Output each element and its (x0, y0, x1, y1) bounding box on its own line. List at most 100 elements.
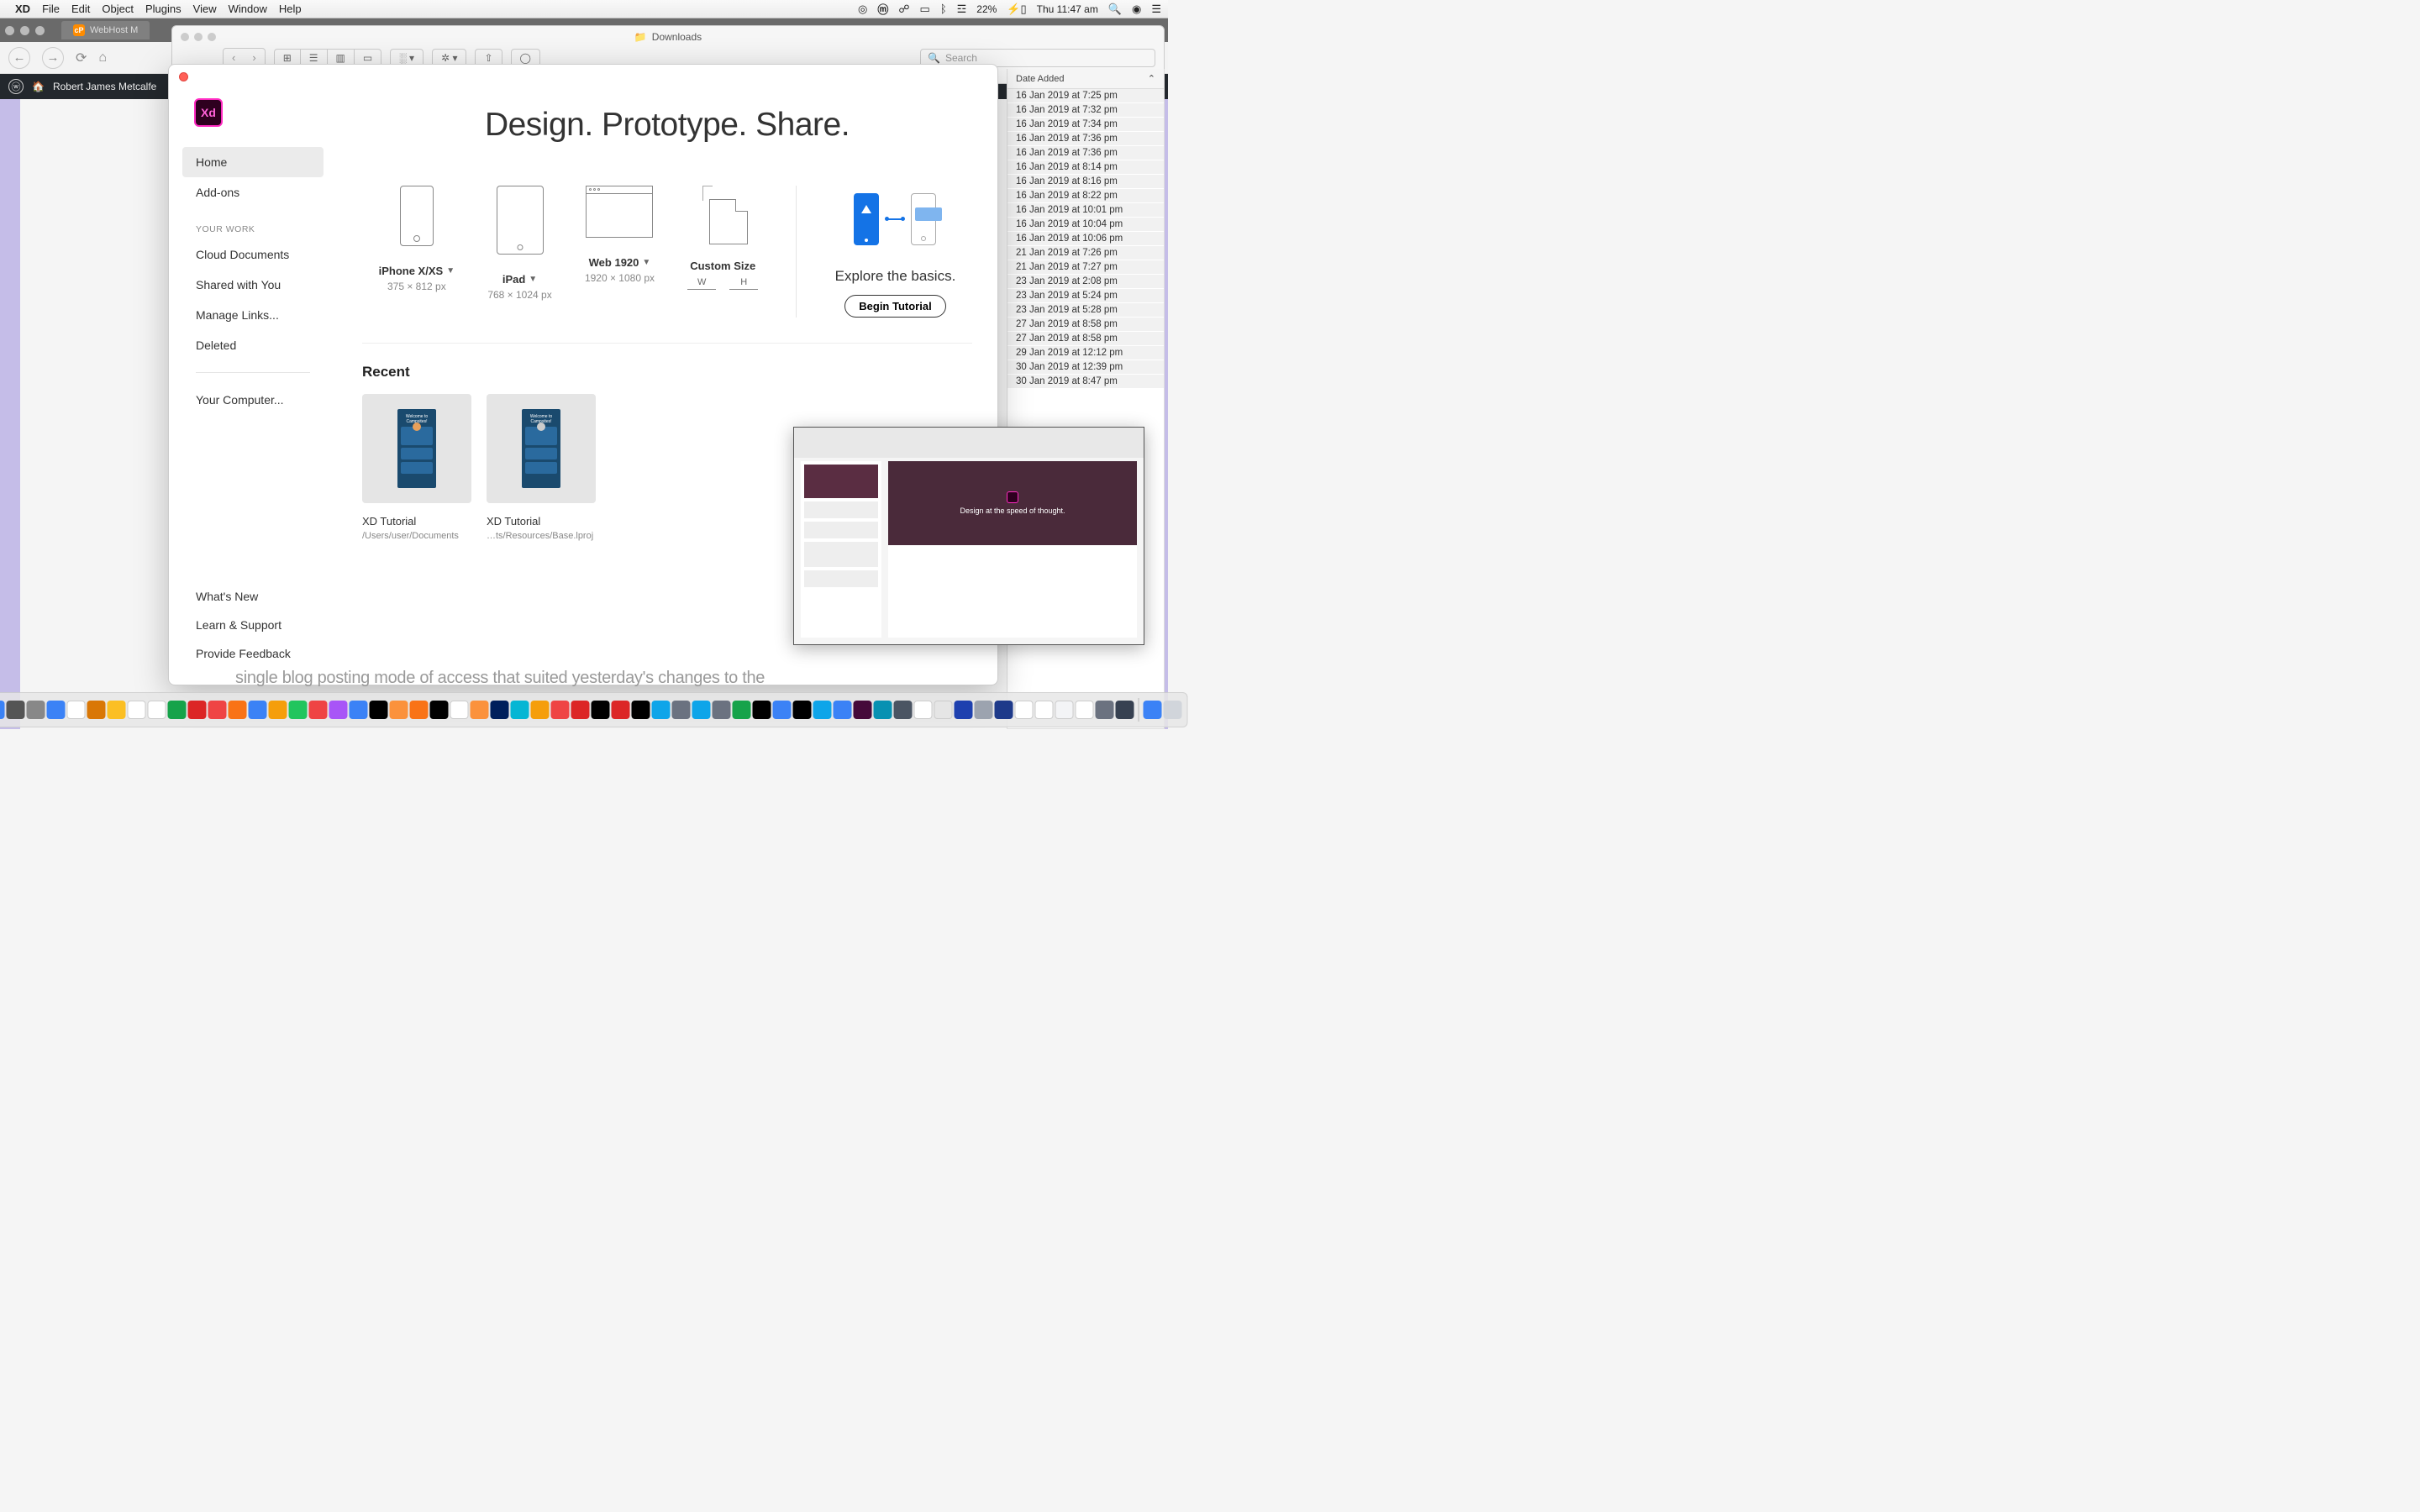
airplay-icon[interactable]: ▭ (920, 3, 930, 16)
dock-app[interactable] (955, 701, 973, 719)
date-added-cell[interactable]: 23 Jan 2019 at 5:24 pm (1007, 289, 1164, 302)
spotlight-icon[interactable]: 🔍 (1108, 3, 1122, 16)
menu-file[interactable]: File (42, 3, 60, 15)
dock-app[interactable] (67, 701, 86, 719)
dock-app[interactable] (168, 701, 187, 719)
date-added-cell[interactable]: 16 Jan 2019 at 7:36 pm (1007, 132, 1164, 145)
dock-app[interactable] (1116, 701, 1134, 719)
dashboard-icon[interactable]: 🏠 (32, 81, 45, 92)
dock-app[interactable] (47, 701, 66, 719)
dock-app[interactable] (108, 701, 126, 719)
battery-percent[interactable]: 22% (976, 3, 997, 15)
malwarebytes-icon[interactable]: ⓜ (877, 1, 888, 17)
dock-app[interactable] (1035, 701, 1054, 719)
dock-app[interactable] (934, 701, 953, 719)
menu-edit[interactable]: Edit (71, 3, 90, 15)
creative-cloud-icon[interactable]: ◎ (858, 3, 867, 16)
dock-app[interactable] (350, 701, 368, 719)
dock-app[interactable] (1055, 701, 1074, 719)
date-added-cell[interactable]: 30 Jan 2019 at 8:47 pm (1007, 375, 1164, 388)
date-added-cell[interactable]: 27 Jan 2019 at 8:58 pm (1007, 318, 1164, 331)
dock-app[interactable] (7, 701, 25, 719)
dock-app[interactable] (188, 701, 207, 719)
sidebar-item-addons[interactable]: Add-ons (182, 177, 324, 207)
finder-traffic-lights[interactable] (181, 33, 216, 41)
date-added-header[interactable]: Date Added ⌃ (1007, 69, 1164, 89)
date-added-cell[interactable]: 16 Jan 2019 at 7:32 pm (1007, 103, 1164, 117)
wifi-icon[interactable]: ☲ (957, 3, 967, 16)
sidebar-item-your-computer[interactable]: Your Computer... (182, 385, 324, 415)
date-added-cell[interactable]: 16 Jan 2019 at 10:04 pm (1007, 218, 1164, 231)
menu-help[interactable]: Help (279, 3, 302, 15)
menu-window[interactable]: Window (229, 3, 267, 15)
forward-button[interactable]: → (42, 47, 64, 69)
dock-app[interactable] (612, 701, 630, 719)
notification-center-icon[interactable]: ☰ (1151, 3, 1161, 16)
dock-app[interactable] (410, 701, 429, 719)
begin-tutorial-button[interactable]: Begin Tutorial (844, 295, 945, 318)
dock-app[interactable] (329, 701, 348, 719)
dock-app[interactable] (1076, 701, 1094, 719)
dock-app[interactable] (592, 701, 610, 719)
dock-app[interactable] (531, 701, 550, 719)
dock-app[interactable] (87, 701, 106, 719)
date-added-cell[interactable]: 30 Jan 2019 at 12:39 pm (1007, 360, 1164, 374)
dock-app[interactable] (471, 701, 489, 719)
window-traffic-lights[interactable] (5, 26, 45, 35)
date-added-cell[interactable]: 16 Jan 2019 at 10:06 pm (1007, 232, 1164, 245)
dock-app[interactable] (894, 701, 913, 719)
date-added-cell[interactable]: 23 Jan 2019 at 2:08 pm (1007, 275, 1164, 288)
date-added-cell[interactable]: 16 Jan 2019 at 7:36 pm (1007, 146, 1164, 160)
dock-app[interactable] (390, 701, 408, 719)
sidebar-item-home[interactable]: Home (182, 147, 324, 177)
dock-app[interactable] (551, 701, 570, 719)
dock-app[interactable] (148, 701, 166, 719)
dock-app[interactable] (450, 701, 469, 719)
dock-app[interactable] (249, 701, 267, 719)
date-added-cell[interactable]: 27 Jan 2019 at 8:58 pm (1007, 332, 1164, 345)
date-added-cell[interactable]: 29 Jan 2019 at 12:12 pm (1007, 346, 1164, 360)
wordpress-icon[interactable]: ⓦ (8, 79, 24, 94)
preset-ipad[interactable]: iPad▼ 768 × 1024 px (487, 186, 551, 301)
preset-custom[interactable]: Custom Size W H (687, 186, 758, 290)
preset-iphone[interactable]: iPhone X/XS▼ 375 × 812 px (379, 186, 455, 292)
date-added-cell[interactable]: 23 Jan 2019 at 5:28 pm (1007, 303, 1164, 317)
dock-app[interactable] (692, 701, 711, 719)
siri-icon[interactable]: ◉ (1132, 3, 1141, 16)
dock-app[interactable] (1015, 701, 1034, 719)
sidebar-item-feedback[interactable]: Provide Feedback (182, 639, 324, 668)
dock-app[interactable] (491, 701, 509, 719)
sidebar-item-learn[interactable]: Learn & Support (182, 611, 324, 639)
dock-app[interactable] (370, 701, 388, 719)
dock-app[interactable] (430, 701, 449, 719)
menubar-clock[interactable]: Thu 11:47 am (1037, 3, 1098, 15)
date-added-cell[interactable]: 16 Jan 2019 at 8:22 pm (1007, 189, 1164, 202)
dock-app[interactable] (269, 701, 287, 719)
reload-icon[interactable]: ⟳ (76, 50, 87, 66)
menu-view[interactable]: View (193, 3, 217, 15)
chevron-down-icon[interactable]: ▼ (642, 258, 650, 267)
date-added-cell[interactable]: 21 Jan 2019 at 7:27 pm (1007, 260, 1164, 274)
app-menu[interactable]: XD (15, 3, 30, 15)
dock-app[interactable] (511, 701, 529, 719)
dock-app[interactable] (813, 701, 832, 719)
back-button[interactable]: ← (8, 47, 30, 69)
dock-app[interactable] (309, 701, 328, 719)
dock-app[interactable] (773, 701, 792, 719)
dock-app[interactable] (289, 701, 308, 719)
date-added-cell[interactable]: 21 Jan 2019 at 7:26 pm (1007, 246, 1164, 260)
date-added-cell[interactable]: 16 Jan 2019 at 8:14 pm (1007, 160, 1164, 174)
date-added-cell[interactable]: 16 Jan 2019 at 7:25 pm (1007, 89, 1164, 102)
dock-app[interactable] (733, 701, 751, 719)
bluetooth-icon[interactable]: ᛒ (940, 3, 947, 15)
dock-app[interactable] (713, 701, 731, 719)
dock-app[interactable] (995, 701, 1013, 719)
dock-trash[interactable] (1164, 701, 1182, 719)
dock-app[interactable] (834, 701, 852, 719)
dock-app[interactable] (874, 701, 892, 719)
dock-app[interactable] (914, 701, 933, 719)
dock-app[interactable] (672, 701, 691, 719)
sidebar-item-deleted[interactable]: Deleted (182, 330, 324, 360)
date-added-cell[interactable]: 16 Jan 2019 at 7:34 pm (1007, 118, 1164, 131)
dock-app[interactable] (27, 701, 45, 719)
